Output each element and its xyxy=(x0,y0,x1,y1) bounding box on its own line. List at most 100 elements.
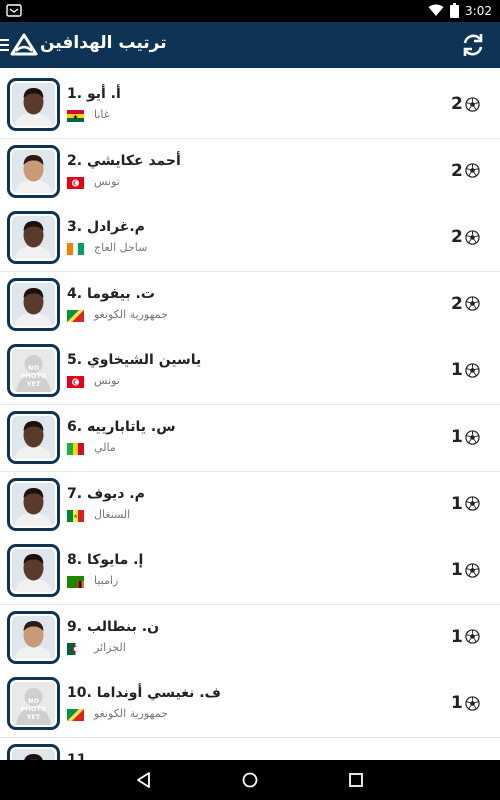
football-icon xyxy=(465,629,480,644)
algeria-flag-icon xyxy=(67,642,84,655)
status-bar: 3:02 xyxy=(0,0,500,22)
goals-number: 1 xyxy=(451,360,463,381)
ivory-coast-flag-icon xyxy=(67,243,84,256)
back-icon[interactable] xyxy=(134,770,154,790)
goals-count: 2 xyxy=(451,161,480,181)
scorer-row[interactable]: 2. أحمد عكايشي تونس 2 xyxy=(0,138,500,206)
player-country: جمهورية الكونغو xyxy=(94,707,168,721)
goals-count: 1 xyxy=(451,494,480,514)
scorer-row[interactable]: 3. م.غرادل ساحل العاج 2 xyxy=(0,205,500,273)
congo-flag-icon xyxy=(67,709,84,722)
senegal-flag-icon xyxy=(67,509,84,522)
screen: 3:02 ترتيب الهدافين 1. أ. أيو غانا 2 2. أحم… xyxy=(0,0,500,800)
player-photo xyxy=(12,416,55,459)
goals-count: 1 xyxy=(451,693,480,713)
player-name: ياسين الشيخاوي xyxy=(86,352,202,369)
avatar xyxy=(7,744,60,760)
goals-number: 2 xyxy=(451,227,463,248)
player-country: مالي xyxy=(94,441,116,454)
navigation-bar xyxy=(0,760,500,800)
status-time: 3:02 xyxy=(465,3,492,18)
scorer-row[interactable]: 4. ت. بيفوما جمهورية الكونغو 2 xyxy=(0,271,500,339)
player-rank: 5. xyxy=(67,352,83,369)
app-logo-icon[interactable] xyxy=(10,32,38,58)
wifi-icon xyxy=(428,4,444,16)
player-photo xyxy=(12,749,55,760)
goals-count: 2 xyxy=(451,94,480,114)
player-rank: 2. xyxy=(67,152,83,169)
scorer-row[interactable]: NO PHOTO YET 10. ف. نغيسي أونداما جمهورية ال… xyxy=(0,671,500,739)
player-country: الجزائر xyxy=(94,640,126,654)
app-bar: ترتيب الهدافين xyxy=(0,22,500,68)
goals-count: 1 xyxy=(451,427,480,447)
player-country: زامبيا xyxy=(94,574,119,588)
player-name: س. ياتابارييه xyxy=(86,419,176,435)
player-name-line: 11. xyxy=(67,752,92,760)
goals-number: 2 xyxy=(451,293,463,314)
player-name-line: 9. ن. بنطالب xyxy=(67,619,159,635)
goals-count: 1 xyxy=(451,627,480,647)
avatar xyxy=(7,144,60,198)
avatar xyxy=(7,277,60,331)
player-name: ف. نغيسي أونداما xyxy=(96,685,221,702)
goals-count: 1 xyxy=(451,560,480,580)
football-icon xyxy=(465,496,480,511)
scorer-row[interactable]: 11. xyxy=(0,738,500,760)
football-icon xyxy=(465,296,480,311)
avatar xyxy=(7,211,60,265)
player-rank: 3. xyxy=(67,219,83,236)
player-rank: 8. xyxy=(67,552,83,569)
goals-number: 1 xyxy=(451,493,463,514)
avatar xyxy=(7,411,60,464)
football-icon xyxy=(465,696,480,711)
player-photo xyxy=(12,216,55,260)
player-name-line: 7. م. ديوف xyxy=(67,486,145,502)
mali-flag-icon xyxy=(67,443,84,455)
app-notification-icon xyxy=(6,4,22,17)
player-name-line: 2. أحمد عكايشي xyxy=(67,153,181,169)
scorer-row[interactable]: 6. س. ياتابارييه مالي 1 xyxy=(0,405,500,472)
player-rank: 10. xyxy=(67,685,92,702)
scorer-row[interactable]: 9. ن. بنطالب الجزائر 1 xyxy=(0,604,500,672)
page-title: ترتيب الهدافين xyxy=(40,33,167,53)
player-name: ت. بيفوما xyxy=(86,285,155,302)
scorer-row[interactable]: 7. م. ديوف السنغال 1 xyxy=(0,471,500,539)
player-name-line: 6. س. ياتابارييه xyxy=(67,419,176,435)
player-country: ساحل العاج xyxy=(94,241,148,255)
refresh-icon[interactable] xyxy=(460,32,486,58)
player-name: أحمد عكايشي xyxy=(86,152,181,169)
football-icon xyxy=(465,563,480,578)
no-photo-line-3: YET xyxy=(26,380,41,388)
goals-count: 1 xyxy=(451,360,480,380)
home-icon[interactable] xyxy=(240,770,260,790)
player-name: أ. أيو xyxy=(86,86,121,102)
ghana-flag-icon xyxy=(67,110,84,122)
scorer-row[interactable]: NO PHOTO YET 5. ياسين الشيخاوي تونس 1 xyxy=(0,338,500,406)
player-photo xyxy=(12,83,55,126)
player-name-line: 3. م.غرادل xyxy=(67,219,145,235)
goals-number: 1 xyxy=(451,560,463,581)
no-photo-line-1: NO xyxy=(28,364,39,372)
player-country: جمهورية الكونغو xyxy=(94,307,168,321)
recents-icon[interactable] xyxy=(346,770,366,790)
avatar: NO PHOTO YET xyxy=(7,677,60,731)
player-name-line: 8. إ. مايوكا xyxy=(67,552,143,568)
menu-icon[interactable] xyxy=(0,38,9,52)
player-country: السنغال xyxy=(94,507,131,521)
player-rank: 1. xyxy=(67,86,83,102)
player-country: تونس xyxy=(94,174,120,188)
avatar xyxy=(7,477,60,531)
player-name: إ. مايوكا xyxy=(86,552,144,569)
player-name-line: 1. أ. أيو xyxy=(67,86,121,102)
congo-flag-icon xyxy=(67,309,84,322)
player-rank: 4. xyxy=(67,285,83,302)
football-icon xyxy=(465,429,480,445)
no-photo-placeholder: NOPHOTOYET xyxy=(12,349,55,393)
scorer-row[interactable]: 1. أ. أيو غانا 2 xyxy=(0,72,500,139)
avatar xyxy=(7,610,60,664)
football-icon xyxy=(465,96,480,112)
avatar xyxy=(7,78,60,131)
scorer-row[interactable]: 8. إ. مايوكا زامبيا 1 xyxy=(0,538,500,606)
scorers-list[interactable]: 1. أ. أيو غانا 2 2. أحمد عكايشي تونس 2 3. م.غر… xyxy=(0,72,500,760)
football-icon xyxy=(465,230,480,245)
